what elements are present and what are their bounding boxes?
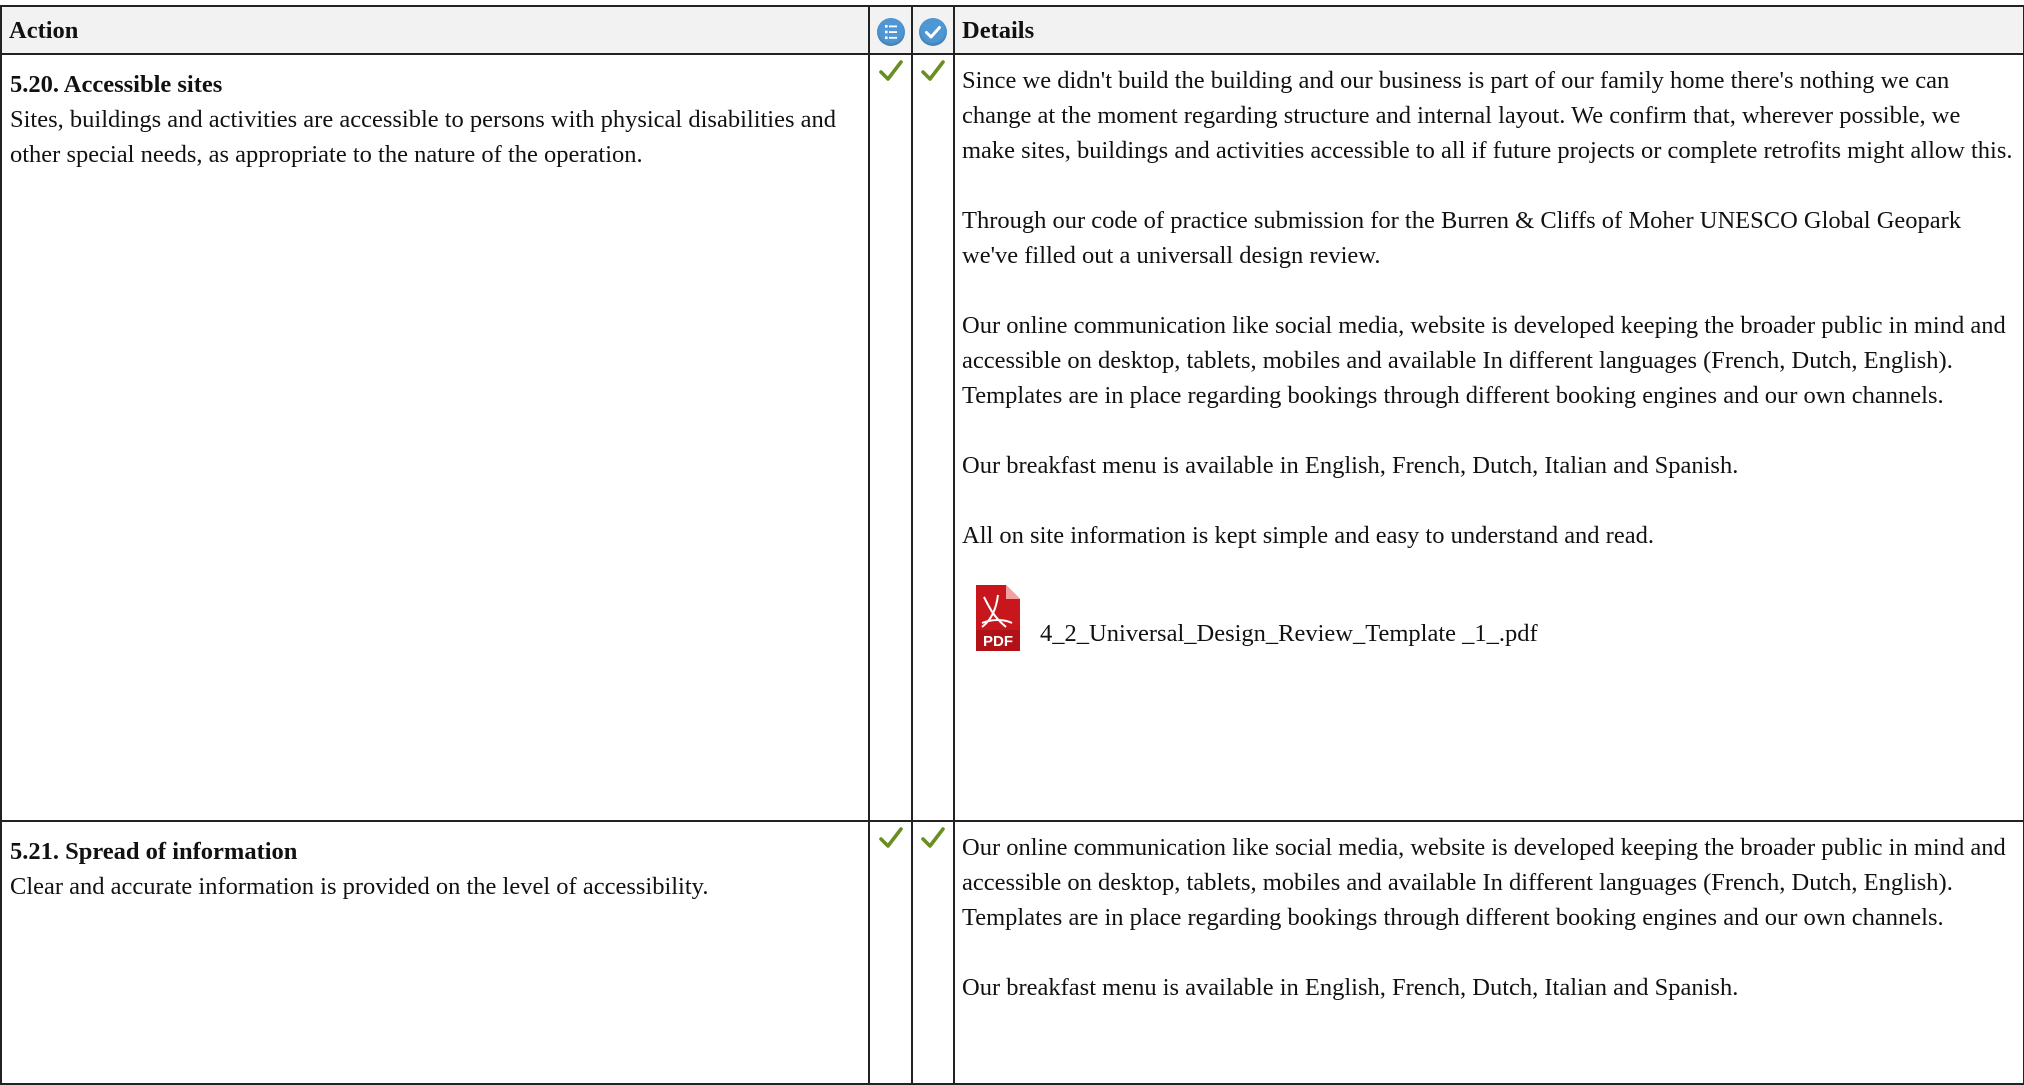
- list-column-header: [868, 5, 913, 55]
- table-row: 5.21. Spread of information Clear and ac…: [0, 820, 2024, 1085]
- checkmark-circle-icon: [919, 17, 947, 46]
- action-column-header: Action: [0, 5, 870, 55]
- table-header-row: Action Details: [0, 5, 2024, 55]
- details-paragraph: Through our code of practice submission …: [962, 207, 1962, 269]
- svg-text:PDF: PDF: [983, 633, 1013, 650]
- details-cell: Our online communication like social med…: [953, 820, 2024, 1085]
- checkmark-icon: [921, 827, 945, 848]
- action-title: 5.21. Spread of information: [10, 838, 298, 865]
- attachment-filename-link[interactable]: 4_2_Universal_Design_Review_Template _1_…: [1040, 616, 1538, 653]
- details-column-header: Details: [953, 5, 2024, 55]
- verified-column-header: [911, 5, 955, 55]
- action-cell: 5.21. Spread of information Clear and ac…: [0, 820, 870, 1085]
- action-cell: 5.20. Accessible sites Sites, buildings …: [0, 53, 870, 822]
- details-paragraph: Our online communication like social med…: [962, 312, 2006, 409]
- checkmark-icon: [921, 60, 945, 81]
- details-paragraph: Since we didn't build the building and o…: [962, 67, 2013, 164]
- check-cell: [911, 820, 955, 1085]
- details-paragraph: Our online communication like social med…: [962, 834, 2006, 931]
- checkmark-icon: [878, 827, 903, 848]
- check-cell: [868, 820, 913, 1085]
- actions-table: Action Details 5.20. Accessible sites Si…: [0, 5, 2024, 1085]
- action-description: Sites, buildings and activities are acce…: [10, 106, 837, 168]
- pdf-file-icon: PDF: [972, 583, 1022, 653]
- action-description: Clear and accurate information is provid…: [10, 873, 709, 900]
- list-icon: [876, 17, 905, 46]
- check-cell: [911, 53, 955, 822]
- details-paragraph: All on site information is kept simple a…: [962, 522, 1654, 549]
- check-cell: [868, 53, 913, 822]
- checkmark-icon: [878, 60, 903, 81]
- table-row: 5.20. Accessible sites Sites, buildings …: [0, 53, 2024, 822]
- details-paragraph: Our breakfast menu is available in Engli…: [962, 974, 1739, 1001]
- details-paragraph: Our breakfast menu is available in Engli…: [962, 452, 1739, 479]
- details-cell: Since we didn't build the building and o…: [953, 53, 2024, 822]
- action-title: 5.20. Accessible sites: [10, 71, 223, 98]
- pdf-attachment[interactable]: PDF 4_2_Universal_Design_Review_Template…: [962, 583, 2015, 653]
